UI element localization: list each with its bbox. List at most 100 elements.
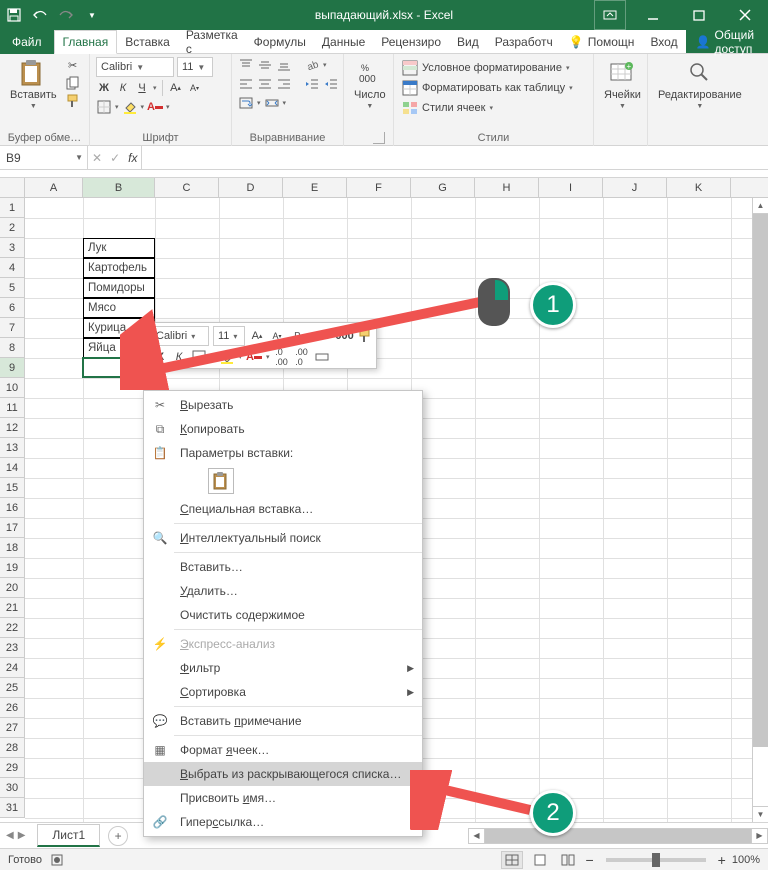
ribbon-display-options[interactable] — [594, 0, 626, 30]
context-menu-item[interactable]: Фильтр▶ — [144, 656, 422, 680]
mini-accounting-icon[interactable]: ₽ — [289, 328, 305, 344]
number-format-button[interactable]: %000 Число ▼ — [350, 57, 390, 112]
italic-button[interactable]: К — [115, 80, 131, 96]
number-dialog-launcher[interactable] — [373, 132, 385, 144]
mini-italic-button[interactable]: К — [171, 349, 187, 365]
close-button[interactable] — [722, 0, 768, 30]
row-header[interactable]: 3 — [0, 238, 24, 258]
row-header[interactable]: 23 — [0, 638, 24, 658]
row-header[interactable]: 25 — [0, 678, 24, 698]
zoom-slider[interactable] — [606, 858, 706, 862]
cell-styles-button[interactable]: Стили ячеек ▾ — [400, 99, 575, 117]
row-header[interactable]: 29 — [0, 758, 24, 778]
cell[interactable]: Мясо — [85, 298, 197, 318]
column-header[interactable]: E — [283, 178, 347, 197]
mini-comma-icon[interactable]: 000 — [337, 328, 353, 344]
font-color-button[interactable]: A — [147, 99, 163, 115]
context-menu-item[interactable]: 💬Вставить примечание — [144, 709, 422, 733]
page-layout-view-button[interactable] — [529, 851, 551, 869]
copy-icon[interactable] — [65, 75, 81, 91]
row-header[interactable]: 12 — [0, 418, 24, 438]
row-header[interactable]: 26 — [0, 698, 24, 718]
tab-review[interactable]: Рецензиро — [373, 30, 449, 53]
qat-customize-icon[interactable]: ▼ — [84, 7, 100, 23]
column-header[interactable]: G — [411, 178, 475, 197]
column-header[interactable]: K — [667, 178, 731, 197]
context-menu-item[interactable]: 🔗Гиперссылка… — [144, 810, 422, 834]
redo-icon[interactable] — [58, 7, 74, 23]
row-header[interactable]: 17 — [0, 518, 24, 538]
fill-color-button[interactable] — [122, 99, 138, 115]
row-header[interactable]: 30 — [0, 778, 24, 798]
undo-icon[interactable] — [32, 7, 48, 23]
context-menu-item[interactable]: Очистить содержимое — [144, 603, 422, 627]
row-header[interactable]: 28 — [0, 738, 24, 758]
row-header[interactable]: 14 — [0, 458, 24, 478]
zoom-in-button[interactable]: + — [718, 852, 726, 868]
sheet-nav-next-icon[interactable]: ▶ — [18, 830, 26, 841]
decrease-indent-icon[interactable] — [304, 76, 320, 92]
tab-data[interactable]: Данные — [314, 30, 373, 53]
paste-button[interactable]: Вставить ▼ — [6, 57, 61, 112]
sheet-nav-prev-icon[interactable]: ◀ — [6, 830, 14, 841]
tab-tell-me[interactable]: 💡Помощн — [561, 30, 643, 53]
tab-developer[interactable]: Разработч — [487, 30, 561, 53]
decrease-font-icon[interactable]: A▾ — [187, 80, 203, 96]
row-header[interactable]: 11 — [0, 398, 24, 418]
row-header[interactable]: 22 — [0, 618, 24, 638]
mini-format-painter-ic[interactable] — [357, 328, 373, 344]
conditional-formatting-button[interactable]: Условное форматирование ▾ — [400, 59, 575, 77]
context-menu-item[interactable]: Вставить… — [144, 555, 422, 579]
context-menu-item[interactable]: Специальная вставка… — [144, 497, 422, 521]
row-header[interactable]: 2 — [0, 218, 24, 238]
row-header[interactable]: 6 — [0, 298, 24, 318]
format-as-table-button[interactable]: Форматировать как таблицу ▾ — [400, 79, 575, 97]
row-header[interactable]: 21 — [0, 598, 24, 618]
normal-view-button[interactable] — [501, 851, 523, 869]
tab-formulas[interactable]: Формулы — [246, 30, 314, 53]
merge-center-icon[interactable] — [264, 95, 280, 111]
row-header[interactable]: 24 — [0, 658, 24, 678]
minimize-button[interactable] — [630, 0, 676, 30]
row-header[interactable]: 4 — [0, 258, 24, 278]
row-header[interactable]: 16 — [0, 498, 24, 518]
mini-inc-decimal-icon[interactable]: .0.00 — [274, 349, 290, 365]
column-header[interactable]: A — [25, 178, 83, 197]
page-break-view-button[interactable] — [557, 851, 579, 869]
cell[interactable]: Помидоры — [85, 278, 197, 298]
column-header[interactable]: D — [219, 178, 283, 197]
column-header[interactable]: F — [347, 178, 411, 197]
row-header[interactable]: 15 — [0, 478, 24, 498]
column-header[interactable]: J — [603, 178, 667, 197]
tab-home[interactable]: Главная — [54, 30, 118, 54]
row-header[interactable]: 7 — [0, 318, 24, 338]
name-box[interactable]: B9▼ — [0, 146, 88, 169]
mini-percent-icon[interactable]: % — [317, 328, 333, 344]
mini-fill-color-button[interactable] — [219, 349, 235, 365]
column-header[interactable]: I — [539, 178, 603, 197]
sheet-tab[interactable]: Лист1 — [37, 824, 100, 847]
font-size-combo[interactable]: 11▼ — [177, 57, 213, 77]
context-menu-item[interactable]: ✂Вырезать — [144, 393, 422, 417]
vertical-scrollbar[interactable]: ▲▼ — [752, 198, 768, 822]
column-header[interactable]: H — [475, 178, 539, 197]
save-icon[interactable] — [6, 7, 22, 23]
select-all-corner[interactable] — [0, 178, 25, 198]
tab-file[interactable]: Файл — [0, 30, 54, 54]
formula-input[interactable] — [142, 146, 768, 169]
maximize-button[interactable] — [676, 0, 722, 30]
tab-page-layout[interactable]: Разметка с — [178, 30, 246, 53]
context-menu-item[interactable]: ⧉Копировать — [144, 417, 422, 441]
cell[interactable]: Лук — [85, 238, 197, 258]
share-button[interactable]: 👤Общий доступ — [686, 30, 768, 53]
row-header[interactable]: 5 — [0, 278, 24, 298]
increase-font-icon[interactable]: A▴ — [168, 80, 184, 96]
macro-record-icon[interactable] — [50, 853, 64, 867]
borders-button[interactable] — [96, 99, 112, 115]
fill-handle[interactable] — [152, 375, 158, 381]
context-menu-item[interactable]: Удалить… — [144, 579, 422, 603]
mini-size-combo[interactable]: 11▾ — [213, 326, 245, 346]
mini-font-combo[interactable]: Calibri▾ — [151, 326, 209, 346]
context-menu-item[interactable]: Выбрать из раскрывающегося списка… — [144, 762, 422, 786]
format-painter-icon[interactable] — [65, 93, 81, 109]
